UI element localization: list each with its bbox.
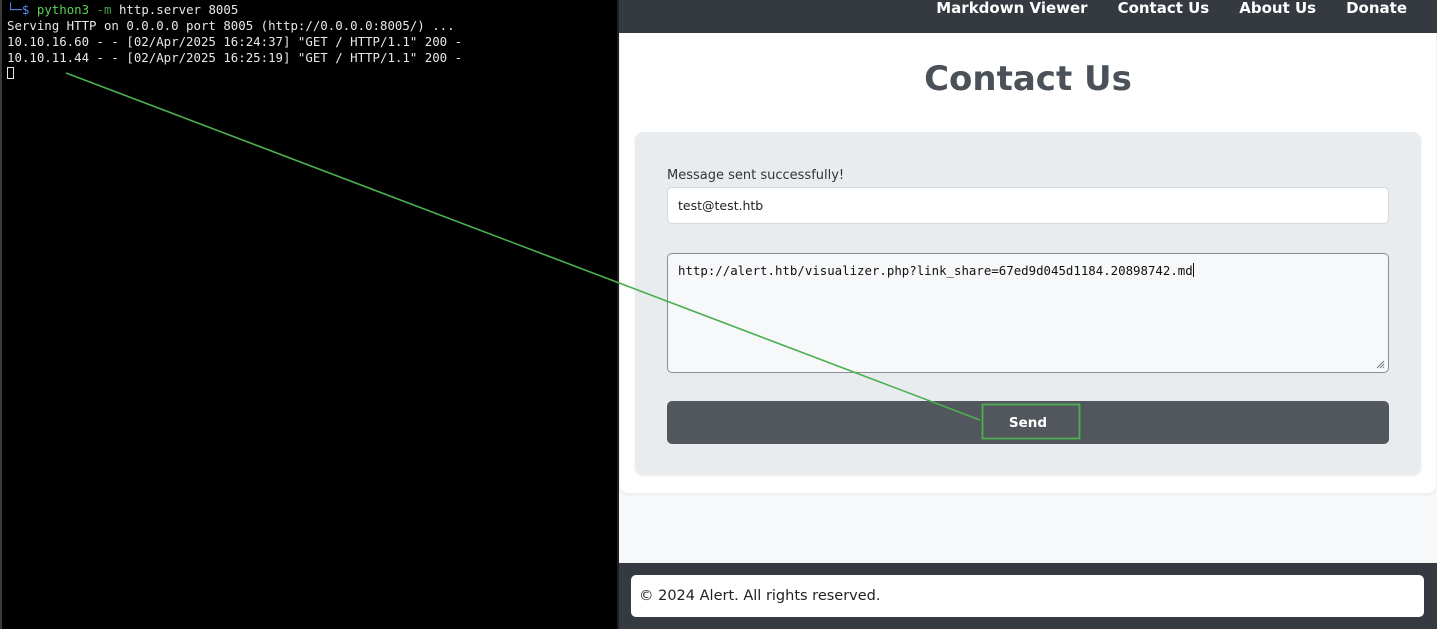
contact-form: Message sent successfully! test@test.htb… <box>635 132 1421 475</box>
status-message: Message sent successfully! <box>667 168 845 183</box>
footer-copyright: © 2024 Alert. All rights reserved. <box>639 588 881 604</box>
nav-link-donate[interactable]: Donate <box>1346 0 1407 18</box>
content-container: Contact Us Message sent successfully! te… <box>620 33 1436 493</box>
nav-links: Markdown Viewer Contact Us About Us Dona… <box>936 0 1437 18</box>
page-title: Contact Us <box>924 59 1132 99</box>
terminal-window[interactable]: └─$ python3 -m http.server 8005 Serving … <box>0 0 617 629</box>
terminal-command-line: └─$ python3 -m http.server 8005 <box>7 2 238 18</box>
footer: © 2024 Alert. All rights reserved. <box>619 563 1437 629</box>
terminal-cursor <box>7 67 14 79</box>
nav-link-about-us[interactable]: About Us <box>1239 0 1316 18</box>
message-text: http://alert.htb/visualizer.php?link_sha… <box>678 263 1193 278</box>
text-caret <box>1192 263 1194 277</box>
message-textarea[interactable]: http://alert.htb/visualizer.php?link_sha… <box>667 253 1389 373</box>
nav-link-markdown-viewer[interactable]: Markdown Viewer <box>936 0 1087 18</box>
terminal-output-line: Serving HTTP on 0.0.0.0 port 8005 (http:… <box>7 18 455 33</box>
email-input[interactable]: test@test.htb <box>667 187 1389 224</box>
command-args: http.server 8005 <box>118 2 239 17</box>
terminal-gutter <box>0 0 2 629</box>
browser-page: Markdown Viewer Contact Us About Us Dona… <box>619 0 1437 629</box>
command-python: python3 <box>36 2 90 17</box>
send-button[interactable]: Send <box>667 401 1389 444</box>
nav-link-contact-us[interactable]: Contact Us <box>1118 0 1210 18</box>
terminal-output-line: 10.10.11.44 - - [02/Apr/2025 16:25:19] "… <box>7 50 463 65</box>
navbar: Markdown Viewer Contact Us About Us Dona… <box>619 0 1437 33</box>
terminal-output-line: 10.10.16.60 - - [02/Apr/2025 16:24:37] "… <box>7 34 463 49</box>
resize-handle-icon[interactable] <box>1375 359 1385 369</box>
prompt-glyph: └─$ <box>7 2 30 17</box>
command-flag: -m <box>96 2 112 17</box>
footer-panel: © 2024 Alert. All rights reserved. <box>631 575 1424 617</box>
